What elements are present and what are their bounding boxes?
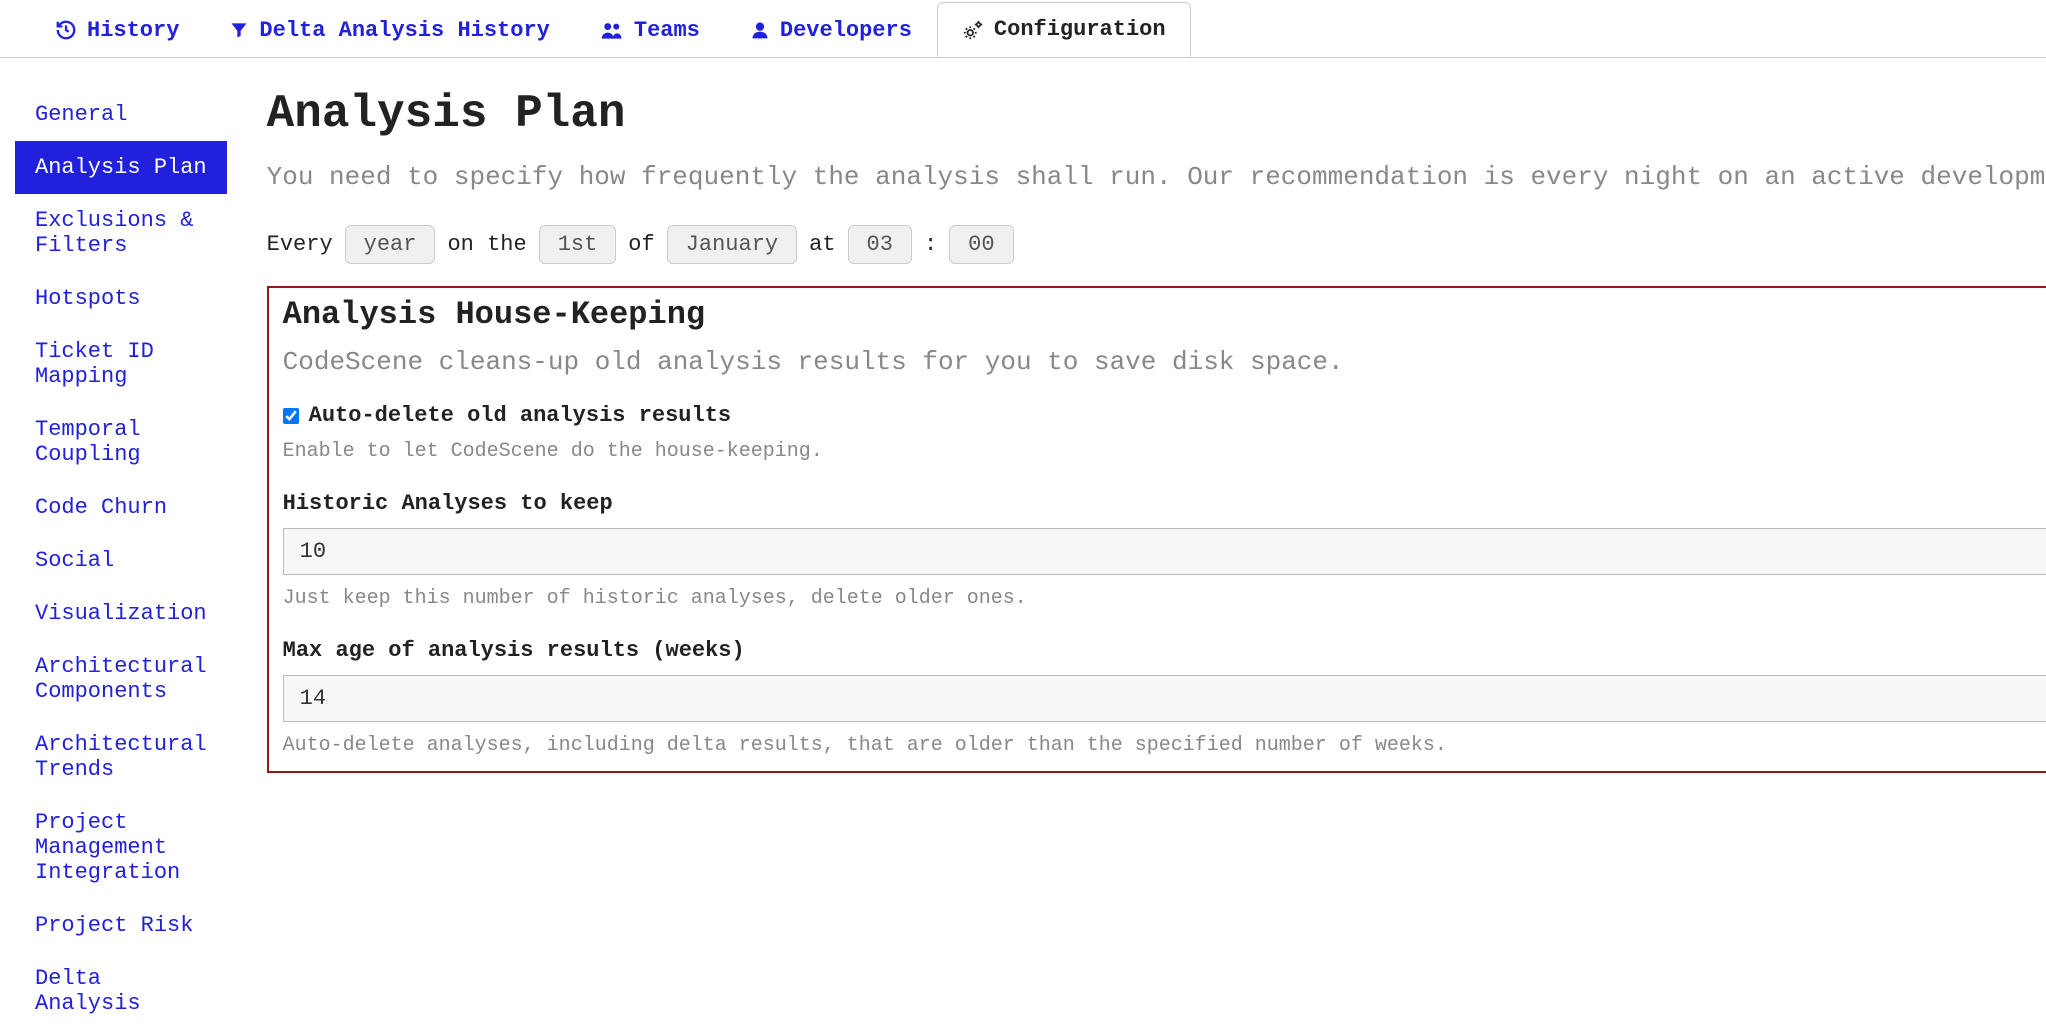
schedule-hour-select[interactable]: 03: [848, 225, 912, 264]
tab-teams-label: Teams: [634, 18, 700, 43]
filter-icon: [229, 20, 249, 40]
tab-delta-label: Delta Analysis History: [259, 18, 549, 43]
schedule-every-label: Every: [267, 232, 333, 257]
main-layout: General Analysis Plan Exclusions & Filte…: [0, 58, 2046, 1030]
housekeeping-description: CodeScene cleans-up old analysis results…: [283, 347, 2046, 377]
tab-history-label: History: [87, 18, 179, 43]
housekeeping-box: Analysis House-Keeping CodeScene cleans-…: [267, 286, 2046, 773]
sidebar-item-temporal-coupling[interactable]: Temporal Coupling: [15, 403, 227, 481]
auto-delete-checkbox[interactable]: [283, 408, 299, 424]
maxage-help: Auto-delete analyses, including delta re…: [283, 734, 2046, 757]
auto-delete-label: Auto-delete old analysis results: [309, 403, 731, 428]
schedule-minute-select[interactable]: 00: [949, 225, 1013, 264]
sidebar-item-visualization[interactable]: Visualization: [15, 587, 227, 640]
maxage-label: Max age of analysis results (weeks): [283, 638, 2046, 663]
sidebar-item-general[interactable]: General: [15, 88, 227, 141]
schedule-of-label: of: [628, 232, 654, 257]
tab-history[interactable]: History: [30, 3, 204, 57]
page-description: You need to specify how frequently the a…: [267, 158, 2046, 197]
sidebar-item-delta-analysis[interactable]: Delta Analysis: [15, 952, 227, 1030]
tab-developers-label: Developers: [780, 18, 912, 43]
schedule-onthe-label: on the: [447, 232, 526, 257]
main-content: Analysis Plan You need to specify how fr…: [227, 78, 2046, 1030]
page-title: Analysis Plan: [267, 88, 2046, 140]
tab-developers[interactable]: Developers: [725, 3, 937, 57]
sidebar-item-exclusions-filters[interactable]: Exclusions & Filters: [15, 194, 227, 272]
historic-input[interactable]: [283, 528, 2046, 575]
historic-label: Historic Analyses to keep: [283, 491, 2046, 516]
sidebar-item-analysis-plan[interactable]: Analysis Plan: [15, 141, 227, 194]
schedule-colon: :: [924, 232, 937, 257]
sidebar: General Analysis Plan Exclusions & Filte…: [0, 78, 227, 1030]
sidebar-item-project-risk[interactable]: Project Risk: [15, 899, 227, 952]
housekeeping-title: Analysis House-Keeping: [283, 296, 2046, 333]
schedule-month-select[interactable]: January: [667, 225, 797, 264]
schedule-day-select[interactable]: 1st: [539, 225, 617, 264]
schedule-period-select[interactable]: year: [345, 225, 436, 264]
tab-bar: History Delta Analysis History Teams: [0, 0, 2046, 58]
tab-configuration-label: Configuration: [994, 17, 1166, 42]
schedule-row: Every year on the 1st of January at 03 :…: [267, 225, 2046, 264]
auto-delete-row: Auto-delete old analysis results: [283, 403, 2046, 428]
user-icon: [750, 20, 770, 40]
tab-teams[interactable]: Teams: [575, 3, 725, 57]
sidebar-item-hotspots[interactable]: Hotspots: [15, 272, 227, 325]
sidebar-item-architectural-components[interactable]: Architectural Components: [15, 640, 227, 718]
sidebar-item-project-management-integration[interactable]: Project Management Integration: [15, 796, 227, 899]
gears-icon: [962, 19, 984, 41]
schedule-at-label: at: [809, 232, 835, 257]
users-icon: [600, 20, 624, 40]
historic-help: Just keep this number of historic analys…: [283, 587, 2046, 610]
history-icon: [55, 19, 77, 41]
tab-delta-analysis-history[interactable]: Delta Analysis History: [204, 3, 574, 57]
sidebar-item-ticket-id-mapping[interactable]: Ticket ID Mapping: [15, 325, 227, 403]
maxage-input[interactable]: [283, 675, 2046, 722]
auto-delete-help: Enable to let CodeScene do the house-kee…: [283, 440, 2046, 463]
sidebar-item-social[interactable]: Social: [15, 534, 227, 587]
tab-configuration[interactable]: Configuration: [937, 2, 1191, 57]
sidebar-item-code-churn[interactable]: Code Churn: [15, 481, 227, 534]
sidebar-item-architectural-trends[interactable]: Architectural Trends: [15, 718, 227, 796]
